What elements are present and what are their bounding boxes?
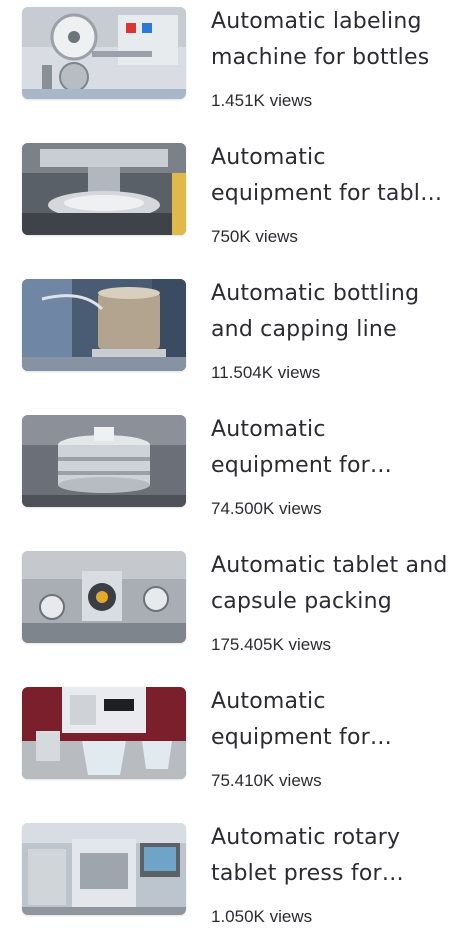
video-view-count: 75.410K views [211, 771, 322, 790]
video-thumbnail[interactable] [22, 823, 186, 915]
video-list-item[interactable]: Automatic rotary tablet press for pharma… [0, 816, 463, 936]
tablet-press-thumbnail-image [22, 143, 186, 235]
labeling-machine-thumbnail-image [22, 7, 186, 99]
video-thumbnail[interactable] [22, 687, 186, 779]
video-thumbnail[interactable] [22, 415, 186, 507]
rotary-press-thumbnail-image [22, 823, 186, 915]
video-thumbnail[interactable] [22, 279, 186, 371]
video-title[interactable]: Automatic tablet and capsule packing [211, 548, 451, 620]
video-view-count: 175.405K views [211, 635, 332, 654]
capsule-machine-thumbnail-image [22, 551, 186, 643]
video-list-item[interactable]: Automatic labeling machine for bottles 1… [0, 0, 463, 120]
video-title[interactable]: Automatic equipment for powder sieving [211, 412, 451, 484]
video-view-count: 1.451K views [211, 91, 313, 110]
video-title[interactable]: Automatic labeling machine for bottles [211, 4, 451, 76]
sieve-machine-thumbnail-image [22, 415, 186, 507]
video-list-item[interactable]: Automatic equipment for powder sieving 7… [0, 408, 463, 528]
video-view-count: 11.504K views [211, 363, 321, 382]
video-thumbnail[interactable] [22, 7, 186, 99]
video-thumbnail[interactable] [22, 551, 186, 643]
video-title[interactable]: Automatic bottling and capping line [211, 276, 451, 348]
video-list-item[interactable]: Automatic bottling and capping line 11.5… [0, 272, 463, 392]
video-title[interactable]: Automatic rotary tablet press for pharma… [211, 820, 451, 892]
video-title[interactable]: Automatic equipment for tablet pressing [211, 140, 451, 212]
bottling-machine-thumbnail-image [22, 279, 186, 371]
video-view-count: 750K views [211, 227, 298, 246]
dissolution-tester-thumbnail-image [22, 687, 186, 779]
video-title[interactable]: Automatic equipment for dissolution test… [211, 684, 451, 756]
video-thumbnail[interactable] [22, 143, 186, 235]
video-view-count: 1.050K views [211, 907, 313, 926]
video-list-item[interactable]: Automatic equipment for tablet pressing … [0, 136, 463, 256]
video-view-count: 74.500K views [211, 499, 322, 518]
video-list-item[interactable]: Automatic tablet and capsule packing 175… [0, 544, 463, 664]
video-list-item[interactable]: Automatic equipment for dissolution test… [0, 680, 463, 800]
